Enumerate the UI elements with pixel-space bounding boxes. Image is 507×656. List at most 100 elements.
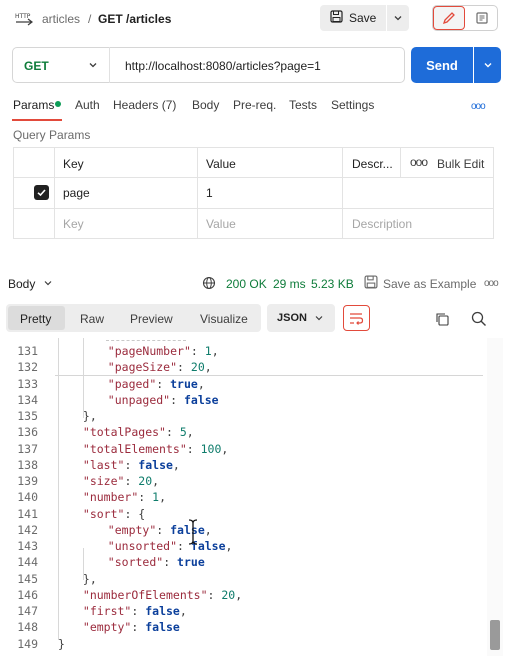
view-tab-raw[interactable]: Raw bbox=[80, 312, 104, 326]
table-divider bbox=[13, 177, 494, 178]
wrap-lines-icon bbox=[350, 312, 364, 325]
new-key-input[interactable]: Key bbox=[63, 217, 84, 231]
code-line: 139 "size": 20, bbox=[0, 473, 480, 489]
save-as-example-button[interactable]: Save as Example bbox=[383, 277, 476, 291]
method-select[interactable]: GET bbox=[24, 59, 49, 73]
code-text: "paged": true, bbox=[108, 376, 205, 392]
code-token: false bbox=[145, 604, 180, 618]
line-number: 146 bbox=[17, 587, 38, 602]
code-token: "sorted" bbox=[107, 555, 164, 570]
globe-icon[interactable] bbox=[202, 276, 216, 290]
code-token: "unsorted" bbox=[107, 539, 178, 553]
code-token: , bbox=[159, 490, 167, 505]
code-token: : bbox=[156, 522, 171, 537]
code-token: : bbox=[190, 344, 205, 358]
save-icon[interactable] bbox=[364, 275, 378, 289]
code-token: : bbox=[138, 490, 153, 505]
breadcrumb-collection[interactable]: articles bbox=[42, 12, 80, 26]
more-options-icon[interactable]: ooo bbox=[410, 155, 428, 169]
code-line: 138 "last": false, bbox=[0, 457, 480, 473]
code-token: 5 bbox=[179, 425, 187, 440]
line-number: 132 bbox=[17, 360, 38, 375]
tab-auth[interactable]: Auth bbox=[75, 98, 100, 112]
editor-scrollbar[interactable] bbox=[487, 338, 503, 656]
code-token: : bbox=[156, 376, 171, 391]
code-line: 143 "unsorted": false, bbox=[0, 538, 480, 554]
params-active-dot bbox=[55, 101, 61, 107]
new-description-input[interactable]: Description bbox=[352, 217, 412, 231]
bulk-edit-button[interactable]: Bulk Edit bbox=[437, 157, 484, 171]
code-token: "first" bbox=[82, 604, 132, 618]
code-token: "totalElements" bbox=[82, 441, 187, 456]
send-button[interactable]: Send bbox=[411, 47, 473, 83]
code-token: : bbox=[170, 392, 184, 407]
tab-pre-request[interactable]: Pre-req. bbox=[233, 98, 276, 112]
code-token: "pageNumber" bbox=[107, 344, 191, 358]
response-size: 5.23 KB bbox=[311, 277, 354, 291]
response-time: 29 ms bbox=[273, 277, 306, 291]
save-button[interactable]: Save bbox=[320, 5, 386, 31]
code-token: 1 bbox=[204, 344, 212, 358]
save-dropdown-button[interactable] bbox=[387, 5, 409, 31]
code-text: }, bbox=[83, 571, 97, 587]
code-text: "totalPages": 5, bbox=[83, 424, 194, 440]
table-divider bbox=[13, 208, 494, 209]
tab-params[interactable]: Params bbox=[13, 98, 54, 112]
param-key-cell[interactable]: page bbox=[63, 186, 90, 200]
code-line: 147 "first": false, bbox=[0, 603, 480, 619]
code-token: : bbox=[131, 604, 146, 618]
editor-scrollbar-thumb[interactable] bbox=[490, 620, 500, 650]
active-tab-underline bbox=[12, 119, 62, 121]
tabs-more-icon[interactable]: ooo bbox=[471, 101, 486, 112]
copy-icon[interactable] bbox=[434, 311, 450, 327]
chevron-down-icon[interactable] bbox=[42, 277, 54, 289]
view-tab-pretty[interactable]: Pretty bbox=[20, 312, 51, 326]
url-divider bbox=[109, 47, 110, 83]
text-cursor-icon bbox=[187, 519, 199, 545]
edit-mode-button[interactable] bbox=[433, 6, 465, 30]
code-line: 145}, bbox=[0, 571, 480, 587]
code-token: , bbox=[204, 360, 212, 375]
code-token: "last" bbox=[82, 457, 125, 472]
search-icon[interactable] bbox=[470, 310, 488, 328]
code-text: "pageNumber": 1, bbox=[108, 343, 219, 359]
table-col-divider bbox=[342, 147, 343, 239]
table-col-divider bbox=[54, 147, 55, 239]
pencil-icon bbox=[442, 12, 455, 25]
code-line: 137 "totalElements": 100, bbox=[0, 441, 480, 457]
tab-settings[interactable]: Settings bbox=[331, 98, 374, 112]
new-value-input[interactable]: Value bbox=[206, 217, 236, 231]
code-text: "number": 1, bbox=[83, 489, 166, 505]
code-token: : bbox=[186, 441, 201, 456]
code-token: : { bbox=[124, 506, 146, 521]
code-token: , bbox=[186, 425, 194, 440]
chevron-down-icon[interactable] bbox=[86, 58, 100, 72]
tab-tests[interactable]: Tests bbox=[289, 98, 317, 112]
tab-headers[interactable]: Headers (7) bbox=[113, 98, 176, 112]
send-dropdown-button[interactable] bbox=[474, 47, 501, 83]
request-title[interactable]: GET /articles bbox=[98, 12, 171, 26]
code-token: false bbox=[183, 392, 219, 407]
code-token: }, bbox=[82, 409, 97, 423]
code-text: "size": 20, bbox=[83, 473, 159, 489]
response-section-label[interactable]: Body bbox=[8, 277, 35, 291]
wrap-lines-button[interactable] bbox=[343, 305, 370, 331]
code-token: 100 bbox=[200, 441, 222, 456]
code-token: "totalPages" bbox=[82, 425, 166, 440]
response-code-editor[interactable]: 131 "pageNumber": 1, 132 "pageSize": 20, 133… bbox=[0, 343, 490, 655]
code-token: "sort" bbox=[82, 506, 125, 521]
url-input[interactable]: http://localhost:8080/articles?page=1 bbox=[125, 59, 321, 73]
documentation-button[interactable] bbox=[466, 6, 497, 30]
line-number: 140 bbox=[17, 490, 38, 505]
view-tab-visualize[interactable]: Visualize bbox=[200, 312, 248, 326]
line-number: 144 bbox=[17, 555, 38, 570]
param-enabled-checkbox[interactable] bbox=[34, 185, 49, 200]
view-tab-preview[interactable]: Preview bbox=[130, 312, 173, 326]
code-line: 140 "number": 1, bbox=[0, 489, 480, 505]
breadcrumb-separator: / bbox=[88, 12, 92, 26]
param-value-cell[interactable]: 1 bbox=[206, 186, 213, 200]
response-more-icon[interactable]: ooo bbox=[484, 278, 499, 289]
line-number: 145 bbox=[17, 571, 38, 586]
tab-body[interactable]: Body bbox=[192, 98, 219, 112]
table-col-divider bbox=[197, 147, 198, 239]
